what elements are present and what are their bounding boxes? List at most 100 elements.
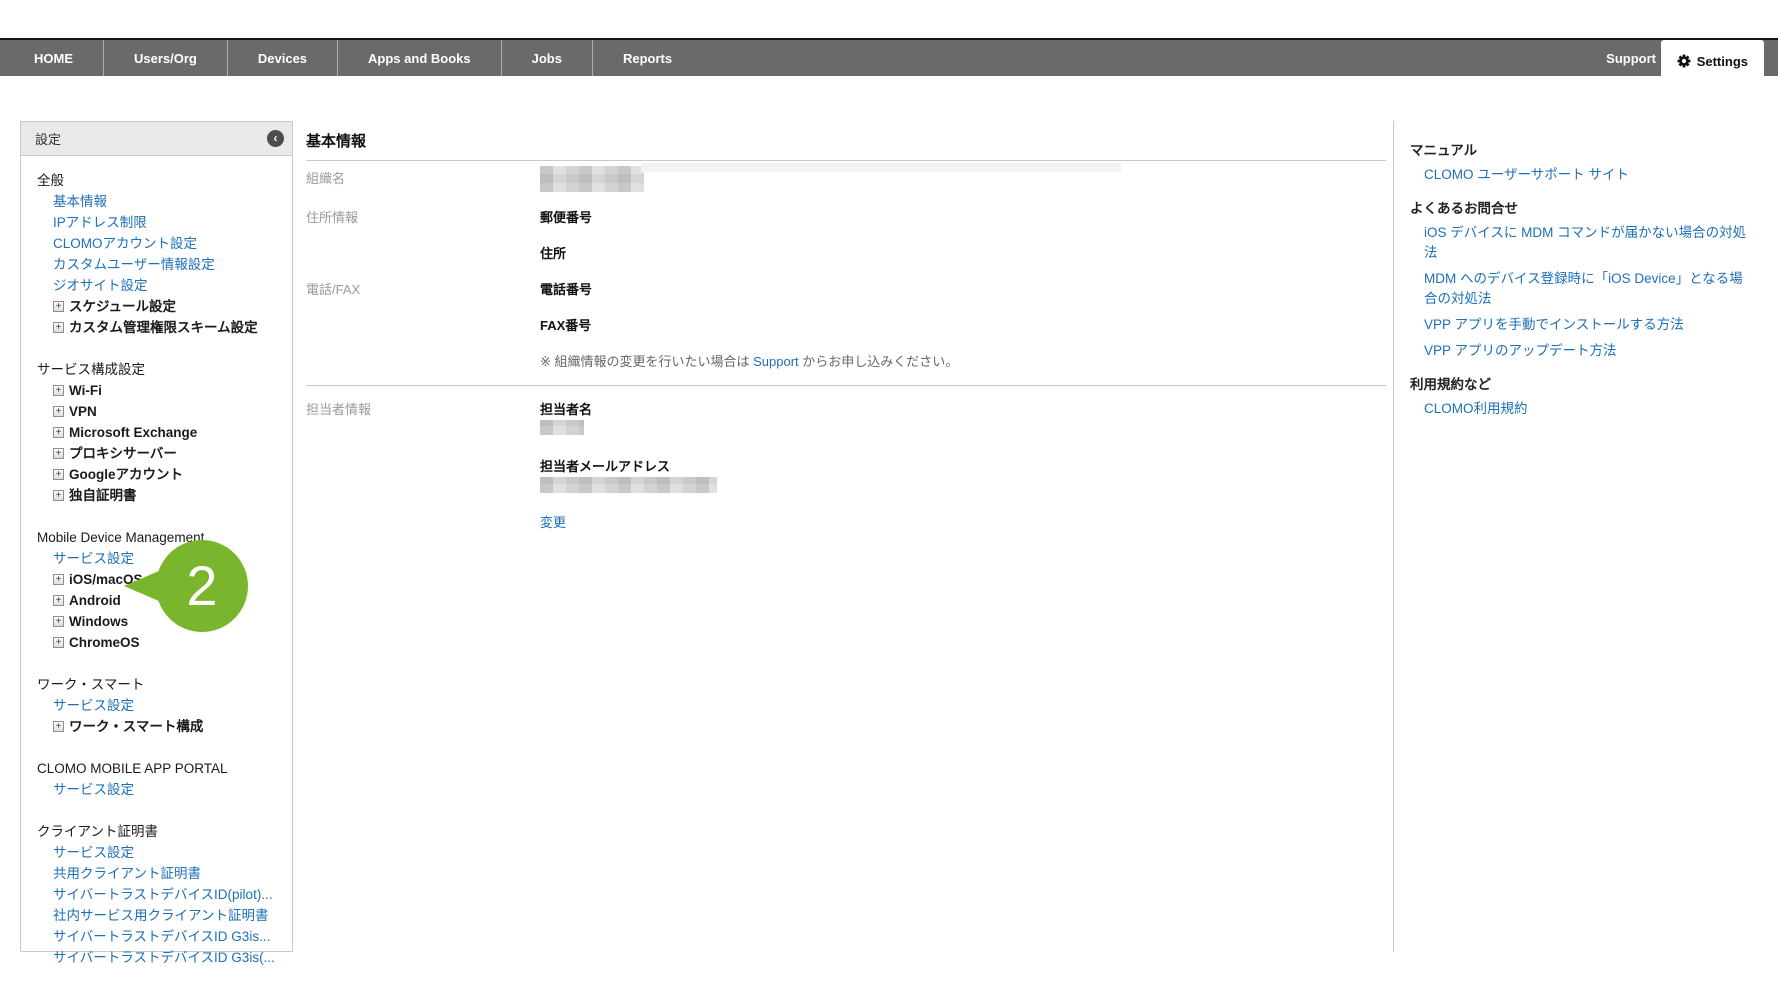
sidebar-item-label: サービス設定 (53, 548, 134, 569)
expand-plus-icon[interactable]: + (53, 469, 64, 480)
sidebar-item-3-0[interactable]: サービス設定 (37, 695, 286, 716)
sidebar-section-title: サービス構成設定 (37, 359, 286, 380)
expand-plus-icon[interactable]: + (53, 301, 64, 312)
sidebar-item-label: サイバートラストデバイスID G3is(... (53, 947, 275, 968)
sidebar-item-5-3[interactable]: 社内サービス用クライアント証明書 (37, 905, 286, 926)
sidebar-item-wi-fi[interactable]: + Wi-Fi (37, 380, 286, 401)
sidebar-item-chromeos[interactable]: + ChromeOS (37, 632, 286, 653)
nav-item-apps-and-books[interactable]: Apps and Books (337, 40, 501, 76)
sidebar-item-label: Windows (69, 611, 128, 632)
sidebar-item-label: Android (69, 590, 121, 611)
sidebar-item-id-g3is[interactable]: サイバートラストデバイスID G3is(... (37, 947, 286, 968)
sidebar-item-label: VPN (69, 401, 97, 422)
sidebar-item-0-5[interactable]: + スケジュール設定 (37, 296, 286, 317)
sidebar-item-label: 基本情報 (53, 191, 107, 212)
help-link[interactable]: MDM へのデバイス登録時に「iOS Device」となる場合の対処法 (1410, 269, 1756, 309)
expand-plus-icon[interactable]: + (53, 595, 64, 606)
help-link[interactable]: CLOMO利用規約 (1410, 399, 1756, 419)
help-section-title: マニュアル (1410, 140, 1756, 161)
nav-item-reports[interactable]: Reports (592, 40, 702, 76)
phone-fax-row: 電話/FAX 電話番号 FAX番号 (306, 280, 1386, 336)
sidebar-item-label: CLOMOアカウント設定 (53, 233, 197, 254)
step-2-callout: 2 (156, 540, 248, 632)
expand-plus-icon[interactable]: + (53, 427, 64, 438)
nav-item-devices[interactable]: Devices (227, 40, 337, 76)
expand-plus-icon[interactable]: + (53, 490, 64, 501)
help-link[interactable]: VPP アプリのアップデート方法 (1410, 341, 1756, 361)
sidebar-item-0-6[interactable]: +カスタム管理権限スキーム設定 (37, 317, 286, 338)
gear-icon (1677, 54, 1691, 68)
change-link[interactable]: 変更 (540, 513, 566, 533)
sidebar-item-0-0[interactable]: 基本情報 (37, 191, 286, 212)
help-section-0: マニュアル CLOMO ユーザーサポート サイト (1410, 140, 1756, 185)
help-section-title: 利用規約など (1410, 374, 1756, 395)
sidebar-item-label: Wi-Fi (69, 380, 102, 401)
expand-plus-icon[interactable]: + (53, 448, 64, 459)
sidebar-item-3-1[interactable]: + ワーク・スマート構成 (37, 716, 286, 737)
sidebar-item-vpn[interactable]: + VPN (37, 401, 286, 422)
sidebar-item-label: サービス設定 (53, 842, 134, 863)
nav-items-group: HOMEUsers/OrgDevicesApps and BooksJobsRe… (0, 40, 702, 76)
support-link[interactable]: Support (753, 354, 799, 369)
contact-row: 担当者情報 担当者名 担当者メールアドレス 変更 (306, 400, 1386, 533)
sidebar-item-clomo[interactable]: CLOMOアカウント設定 (37, 233, 286, 254)
page-title: 基本情報 (306, 130, 1386, 161)
contact-name-label: 担当者名 (540, 400, 1386, 420)
sidebar-item-label: ジオサイト設定 (53, 275, 148, 296)
postal-code-label: 郵便番号 (540, 208, 1386, 228)
help-section-2: 利用規約など CLOMO利用規約 (1410, 374, 1756, 419)
sidebar-item-id-g3is[interactable]: サイバートラストデバイスID G3is... (37, 926, 286, 947)
sidebar-item-label: サービス設定 (53, 779, 134, 800)
sidebar-item-0-3[interactable]: カスタムユーザー情報設定 (37, 254, 286, 275)
sidebar-item-label: ChromeOS (69, 632, 140, 653)
phone-fax-label: 電話/FAX (306, 280, 540, 336)
sidebar-item-label: スケジュール設定 (69, 296, 176, 317)
nav-spacer (702, 40, 1580, 76)
sidebar-item-1-5[interactable]: +独自証明書 (37, 485, 286, 506)
help-panel: マニュアルCLOMO ユーザーサポート サイトよくあるお問合せiOS デバイスに… (1393, 121, 1770, 952)
expand-plus-icon[interactable]: + (53, 616, 64, 627)
note-text-suffix: からお申し込みください。 (799, 354, 959, 369)
contact-name-redacted-value (540, 420, 584, 435)
sidebar-item-label: ワーク・スマート構成 (69, 716, 203, 737)
sidebar-section-title: クライアント証明書 (37, 821, 286, 842)
sidebar-item-microsoft-exchange[interactable]: +Microsoft Exchange (37, 422, 286, 443)
sidebar-item-id-pilot[interactable]: サイバートラストデバイスID(pilot)... (37, 884, 286, 905)
sidebar-item-1-3[interactable]: + プロキシサーバー (37, 443, 286, 464)
nav-item-jobs[interactable]: Jobs (501, 40, 592, 76)
sidebar-item-label: サイバートラストデバイスID(pilot)... (53, 884, 273, 905)
help-link[interactable]: iOS デバイスに MDM コマンドが届かない場合の対処法 (1410, 223, 1756, 263)
sidebar-item-google[interactable]: + Googleアカウント (37, 464, 286, 485)
settings-tab-label: Settings (1697, 54, 1748, 69)
expand-plus-icon[interactable]: + (53, 385, 64, 396)
sidebar-collapse-button[interactable]: ‹ (267, 130, 284, 147)
org-name-row: 組織名 (306, 169, 1386, 192)
expand-plus-icon[interactable]: + (53, 406, 64, 417)
expand-plus-icon[interactable]: + (53, 574, 64, 585)
contact-info-label: 担当者情報 (306, 400, 540, 533)
sidebar-item-0-4[interactable]: ジオサイト設定 (37, 275, 286, 296)
sidebar-item-ip[interactable]: IPアドレス制限 (37, 212, 286, 233)
nav-item-users-org[interactable]: Users/Org (103, 40, 227, 76)
address-row: 住所情報 郵便番号 住所 (306, 208, 1386, 264)
nav-item-home[interactable]: HOME (4, 40, 103, 76)
address-label: 住所情報 (306, 208, 540, 264)
expand-plus-icon[interactable]: + (53, 322, 64, 333)
sidebar-item-5-1[interactable]: 共用クライアント証明書 (37, 863, 286, 884)
basic-info-panel: 基本情報 組織名 住所情報 郵便番号 住所 電話/FAX 電話番号 FAX番号 … (306, 130, 1386, 533)
sidebar-section-title: 全般 (37, 170, 286, 191)
sidebar-item-label: Googleアカウント (69, 464, 183, 485)
sidebar-item-4-0[interactable]: サービス設定 (37, 779, 286, 800)
help-link[interactable]: VPP アプリを手動でインストールする方法 (1410, 315, 1756, 335)
sidebar-item-label: カスタムユーザー情報設定 (53, 254, 215, 275)
expand-plus-icon[interactable]: + (53, 637, 64, 648)
help-link[interactable]: CLOMO ユーザーサポート サイト (1410, 165, 1756, 185)
org-change-note: ※ 組織情報の変更を行いたい場合は Support からお申し込みください。 (540, 352, 1386, 372)
sidebar-item-5-0[interactable]: サービス設定 (37, 842, 286, 863)
sidebar-item-label: プロキシサーバー (69, 443, 177, 464)
tab-settings[interactable]: Settings (1661, 40, 1764, 82)
contact-email-label: 担当者メールアドレス (540, 457, 1386, 477)
expand-plus-icon[interactable]: + (53, 721, 64, 732)
org-name-label: 組織名 (306, 169, 540, 192)
sidebar-section-1: サービス構成設定+Wi-Fi+VPN+Microsoft Exchange+プロ… (37, 359, 286, 506)
